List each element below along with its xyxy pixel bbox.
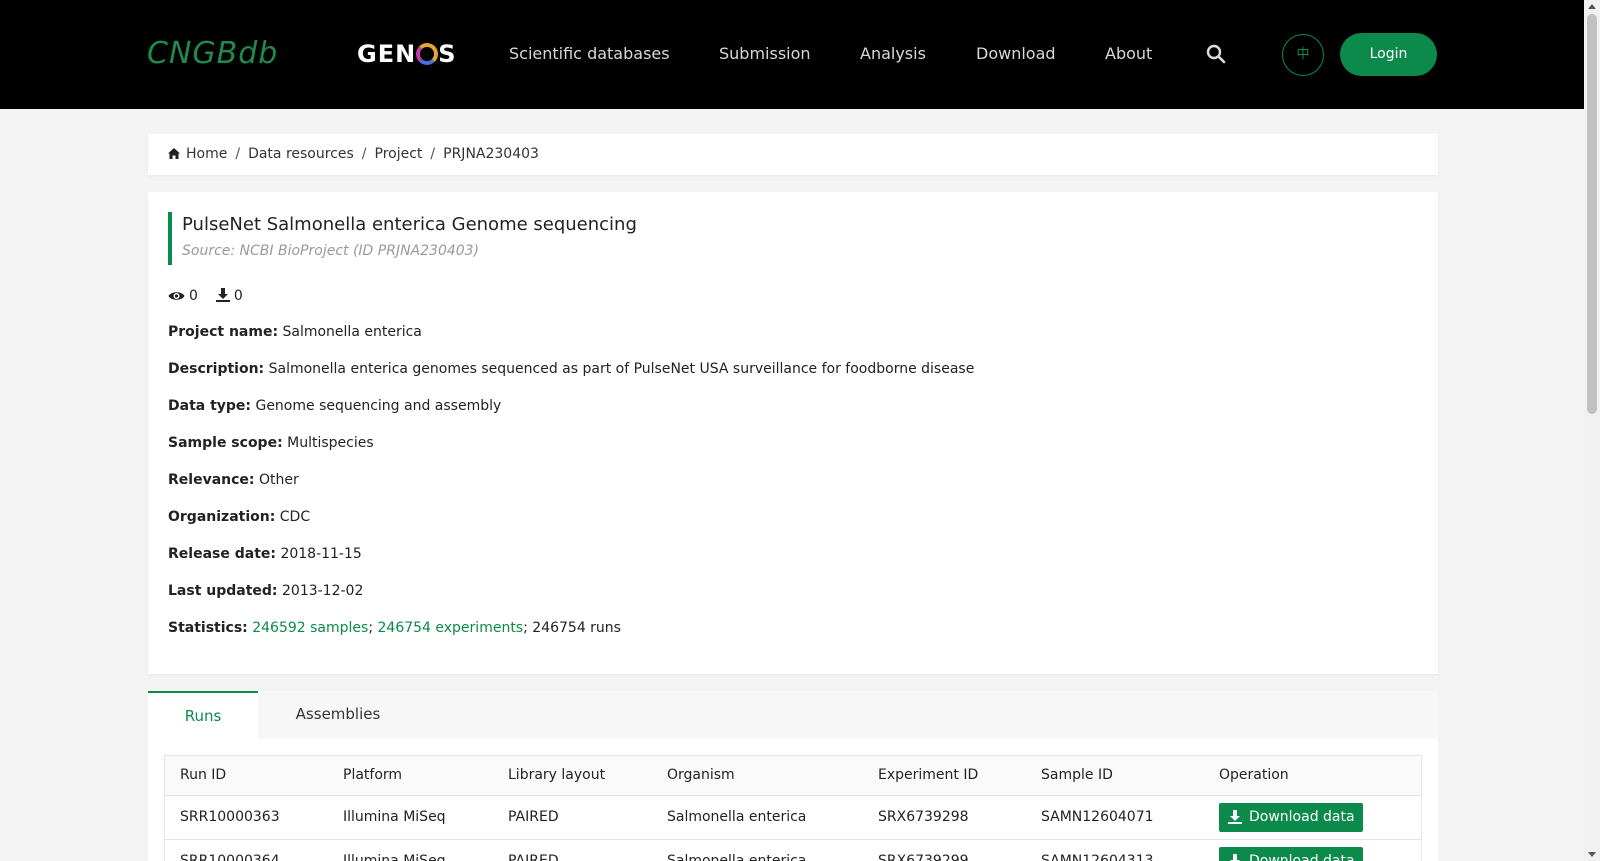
runs-table: Run ID Platform Library layout Organism …: [164, 755, 1422, 861]
eye-icon: [168, 292, 185, 300]
breadcrumb-separator: /: [430, 146, 436, 162]
col-sample-id: Sample ID: [1041, 767, 1113, 783]
run-id-link[interactable]: SRR10000364: [180, 853, 280, 861]
samples-link[interactable]: 246592 samples: [252, 620, 368, 636]
field-sample-scope: Sample scope: Multispecies: [168, 435, 374, 451]
col-library-layout: Library layout: [508, 767, 606, 783]
field-data-type: Data type: Genome sequencing and assembl…: [168, 398, 502, 414]
breadcrumb-home[interactable]: Home: [186, 146, 227, 162]
nav-scientific-databases[interactable]: Scientific databases: [509, 44, 670, 63]
download-icon: [1230, 854, 1240, 861]
runs-count: 246754 runs: [532, 620, 621, 636]
nav-submission[interactable]: Submission: [719, 44, 811, 63]
page-scrollbar[interactable]: [1584, 0, 1600, 861]
field-project-name: Project name: Salmonella enterica: [168, 324, 422, 340]
field-organization: Organization: CDC: [168, 509, 311, 525]
download-data-button[interactable]: Download data: [1219, 847, 1363, 861]
field-statistics: Statistics: 246592 samples; 246754 exper…: [168, 620, 621, 636]
view-download-counts: 0 0: [168, 288, 261, 304]
scroll-up-arrow-icon[interactable]: [1588, 4, 1596, 9]
breadcrumb: Home / Data resources / Project / PRJNA230403: [148, 134, 1438, 175]
runs-table-container: Run ID Platform Library layout Organism …: [148, 739, 1438, 861]
home-icon: [168, 148, 180, 159]
nav-about[interactable]: About: [1105, 44, 1152, 63]
download-data-label: Download data: [1249, 809, 1355, 825]
experiments-link[interactable]: 246754 experiments: [378, 620, 524, 636]
sample-id-link[interactable]: SAMN12604313: [1041, 853, 1154, 861]
field-last-updated: Last updated: 2013-12-02: [168, 583, 364, 599]
genos-o-icon: [416, 43, 439, 65]
nav-analysis[interactable]: Analysis: [860, 44, 926, 63]
genos-logo-text-2: S: [438, 40, 457, 68]
source-text: Source: NCBI BioProject (ID PRJNA230403): [182, 243, 480, 259]
search-icon[interactable]: [1206, 44, 1226, 64]
scrollbar-thumb[interactable]: [1587, 14, 1597, 414]
col-operation: Operation: [1219, 767, 1289, 783]
breadcrumb-separator: /: [235, 146, 241, 162]
col-run-id: Run ID: [180, 767, 227, 783]
table-row: SRR10000364 Illumina MiSeq PAIRED Salmon…: [165, 840, 1421, 861]
run-id-link[interactable]: SRR10000363: [180, 809, 280, 825]
genos-logo[interactable]: GEN S: [357, 40, 456, 68]
download-data-label: Download data: [1249, 853, 1355, 861]
platform-cell: Illumina MiSeq: [343, 809, 446, 825]
data-tabs: Runs Assemblies: [148, 691, 1438, 739]
title-block: PulseNet Salmonella enterica Genome sequ…: [168, 212, 637, 265]
tab-assemblies[interactable]: Assemblies: [258, 691, 418, 739]
organism-link[interactable]: Salmonella enterica: [667, 853, 806, 861]
sample-id-link[interactable]: SAMN12604071: [1041, 809, 1154, 825]
experiment-id-link[interactable]: SRX6739298: [878, 809, 969, 825]
breadcrumb-data-resources[interactable]: Data resources: [248, 146, 354, 162]
scroll-down-arrow-icon[interactable]: [1588, 852, 1596, 857]
project-detail-card: PulseNet Salmonella enterica Genome sequ…: [148, 192, 1438, 674]
genos-logo-text-1: GEN: [357, 40, 417, 68]
view-count: 0: [189, 288, 198, 304]
table-header: Run ID Platform Library layout Organism …: [165, 756, 1421, 796]
organism-link[interactable]: Salmonella enterica: [667, 809, 806, 825]
field-release-date: Release date: 2018-11-15: [168, 546, 362, 562]
top-navbar: CNGBdb GEN S Scientific databases Submiss…: [0, 0, 1584, 109]
download-data-button[interactable]: Download data: [1219, 803, 1363, 832]
experiment-id-link[interactable]: SRX6739299: [878, 853, 969, 861]
layout-cell: PAIRED: [508, 809, 559, 825]
download-count: 0: [233, 288, 243, 304]
col-organism: Organism: [667, 767, 735, 783]
tab-runs[interactable]: Runs: [148, 691, 258, 739]
table-row: SRR10000363 Illumina MiSeq PAIRED Salmon…: [165, 796, 1421, 840]
download-icon: [1228, 810, 1242, 824]
col-experiment-id: Experiment ID: [878, 767, 979, 783]
page-title: PulseNet Salmonella enterica Genome sequ…: [182, 214, 637, 235]
breadcrumb-project[interactable]: Project: [375, 146, 423, 162]
col-platform: Platform: [343, 767, 403, 783]
nav-download[interactable]: Download: [976, 44, 1056, 63]
language-toggle-button[interactable]: 中: [1282, 34, 1324, 76]
login-button[interactable]: Login: [1340, 33, 1437, 76]
breadcrumb-separator: /: [361, 146, 367, 162]
field-relevance: Relevance: Other: [168, 472, 299, 488]
breadcrumb-current: PRJNA230403: [443, 146, 539, 162]
layout-cell: PAIRED: [508, 853, 559, 861]
cngbdb-logo[interactable]: CNGBdb: [147, 36, 278, 71]
download-icon: [215, 288, 230, 302]
platform-cell: Illumina MiSeq: [343, 853, 446, 861]
field-description: Description: Salmonella enterica genomes…: [168, 361, 975, 377]
